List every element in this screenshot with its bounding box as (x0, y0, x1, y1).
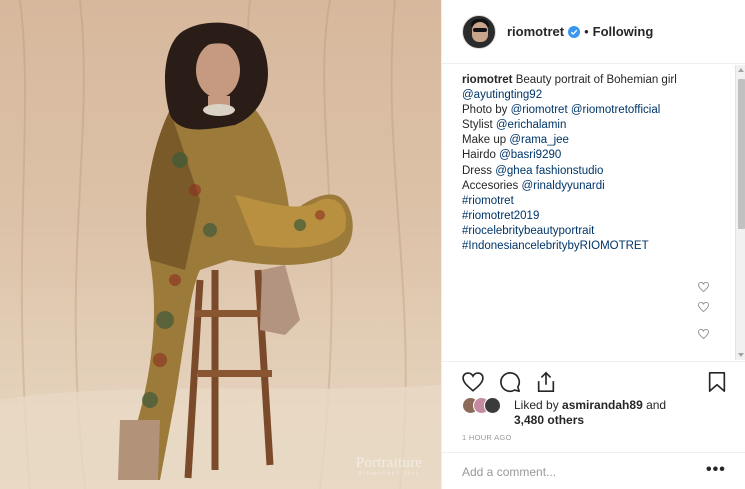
comment-like-heart-icon[interactable] (698, 329, 709, 339)
post-header: riomotret • Following (442, 0, 745, 64)
caption-line-stylist: Stylist @erichalamin (462, 119, 567, 132)
heart-icon[interactable] (462, 371, 484, 393)
portrait-illustration (0, 0, 441, 489)
caption-line-accessories: Accesories @rinaldyyunardi (462, 179, 605, 192)
post-sidebar: riomotret • Following riomotret Beauty p… (441, 0, 745, 489)
caption-username[interactable]: riomotret (462, 74, 512, 86)
comment-icon[interactable] (499, 371, 521, 393)
caption: riomotret Beauty portrait of Bohemian gi… (462, 73, 730, 254)
avatar[interactable] (462, 14, 496, 49)
post-photo[interactable]: Portraiture RIOMOTRET 2019 (0, 0, 441, 489)
action-bar (442, 361, 745, 399)
likes-summary: Liked by asmirandah89 and 3,480 others (462, 397, 732, 431)
caption-mention[interactable]: @ayutingting92 (462, 88, 730, 103)
following-button[interactable]: Following (593, 24, 654, 39)
caption-scrollbar[interactable] (735, 65, 745, 360)
scroll-thumb[interactable] (738, 79, 745, 229)
caption-mention[interactable]: @rinaldyyunardi (521, 180, 604, 192)
caption-mention[interactable]: @erichalamin (496, 119, 566, 131)
comment-like-heart-icon[interactable] (698, 302, 709, 312)
scroll-up-icon[interactable] (738, 68, 744, 72)
caption-mention[interactable]: @riomotret (511, 104, 568, 116)
caption-mention[interactable]: @ghea fashionstudio (495, 165, 603, 177)
caption-hashtag[interactable]: #riomotret (462, 194, 730, 209)
comment-like-heart-icon[interactable] (698, 282, 709, 292)
scroll-down-icon[interactable] (738, 353, 744, 357)
likes-count[interactable]: 3,480 others (514, 413, 584, 427)
comment-input[interactable] (462, 463, 682, 481)
comments-list (462, 260, 702, 350)
caption-mention[interactable]: @riomotretofficial (571, 104, 660, 116)
caption-hashtag[interactable]: #IndonesiancelebritybyRIOMOTRET (462, 239, 730, 254)
post-timestamp[interactable]: 1 HOUR AGO (462, 433, 512, 442)
bookmark-icon[interactable] (706, 371, 728, 393)
caption-line-dress: Dress @ghea fashionstudio (462, 164, 604, 177)
caption-mention[interactable]: @basri9290 (499, 149, 561, 161)
share-icon[interactable] (535, 371, 557, 393)
verified-badge-icon (568, 25, 581, 38)
liker-avatars[interactable] (462, 397, 512, 415)
watermark-subtitle: RIOMOTRET 2019 (358, 472, 420, 477)
caption-hashtag[interactable]: #riomotret2019 (462, 209, 730, 224)
comment-bar: ••• (442, 452, 745, 489)
avatar (484, 397, 501, 414)
caption-line-photo: Photo by @riomotret @riomotretofficial (462, 104, 661, 117)
watermark: Portraiture RIOMOTRET 2019 (344, 455, 434, 477)
caption-hashtag[interactable]: #riocelebritybeautyportrait (462, 224, 730, 239)
caption-area: riomotret Beauty portrait of Bohemian gi… (442, 65, 745, 360)
liker-username[interactable]: asmirandah89 (562, 398, 643, 412)
caption-first-line: Beauty portrait of Bohemian girl (515, 74, 677, 86)
watermark-title: Portraiture (355, 455, 423, 471)
caption-mention[interactable]: @rama_jee (509, 134, 569, 146)
header-separator: • (584, 24, 589, 39)
caption-line-hairdo: Hairdo @basri9290 (462, 149, 562, 162)
header-username[interactable]: riomotret (507, 24, 564, 39)
more-options-icon[interactable]: ••• (706, 461, 726, 479)
likes-text: Liked by asmirandah89 and 3,480 others (514, 398, 667, 427)
caption-line-makeup: Make up @rama_jee (462, 134, 569, 147)
